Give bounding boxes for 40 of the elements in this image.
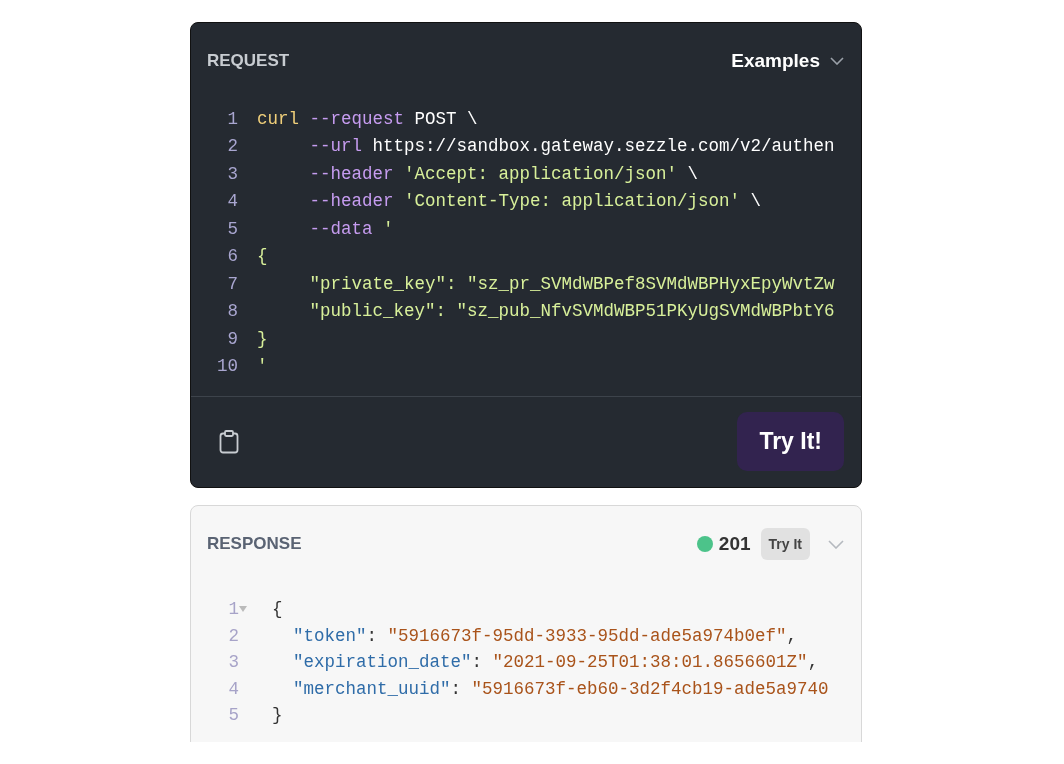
line-number: 9 bbox=[226, 328, 238, 349]
line-number: 2 bbox=[227, 625, 239, 646]
line-number: 6 bbox=[226, 246, 238, 267]
line-number: 1 bbox=[226, 108, 238, 129]
clipboard-icon[interactable] bbox=[219, 429, 239, 454]
code-line: ' bbox=[257, 356, 268, 377]
code-line: "private_key": "sz_pr_SVMdWBPef8SVMdWBPHyxEpyWvtZw bbox=[308, 273, 835, 294]
line-number: 7 bbox=[226, 273, 238, 294]
code-line: --url https://sandbox.gateway.sezzle.com/v2/authen bbox=[308, 136, 835, 157]
fold-icon[interactable] bbox=[239, 606, 247, 613]
code-line: "token": "5916673f-95dd-3933-95dd-ade5a974b0ef", bbox=[292, 625, 798, 646]
line-number: 5 bbox=[227, 705, 239, 726]
line-number: 4 bbox=[226, 191, 238, 212]
code-line: } bbox=[272, 705, 283, 726]
code-line: --header 'Accept: application/json' \ bbox=[308, 163, 699, 184]
code-line: { bbox=[272, 599, 283, 620]
line-number: 1 bbox=[227, 599, 239, 620]
code-line: --header 'Content-Type: application/json' \ bbox=[308, 191, 762, 212]
try-it-badge: Try It bbox=[760, 528, 810, 560]
status-code: 201 bbox=[718, 533, 751, 555]
try-it-button[interactable]: Try It! bbox=[737, 412, 844, 471]
code-line: curl --request POST \ bbox=[257, 108, 478, 129]
panel-title: RESPONSE bbox=[207, 534, 302, 554]
panel-title: REQUEST bbox=[207, 51, 290, 71]
line-number: 2 bbox=[226, 136, 238, 157]
code-line: "expiration_date": "2021-09-25T01:38:01.8656601Z", bbox=[292, 652, 819, 673]
code-line: { bbox=[257, 246, 268, 267]
chevron-icon[interactable] bbox=[828, 539, 844, 549]
code-line: "merchant_uuid": "5916673f-eb60-3d2f4cb19-ade5a9740 bbox=[292, 678, 829, 699]
code-line: "public_key": "sz_pub_NfvSVMdWBP51PKyUgSVMdWBPbtY6 bbox=[308, 301, 835, 322]
line-number: 4 bbox=[227, 678, 239, 699]
line-number: 3 bbox=[227, 652, 239, 673]
chevron-icon bbox=[830, 57, 844, 65]
examples-dropdown[interactable]: Examples bbox=[731, 50, 844, 72]
line-number: 5 bbox=[226, 218, 238, 239]
line-number: 8 bbox=[226, 301, 238, 322]
code-line: --data ' bbox=[308, 218, 394, 239]
line-number: 10 bbox=[216, 356, 238, 377]
line-number: 3 bbox=[226, 163, 238, 184]
code-line: } bbox=[257, 328, 268, 349]
